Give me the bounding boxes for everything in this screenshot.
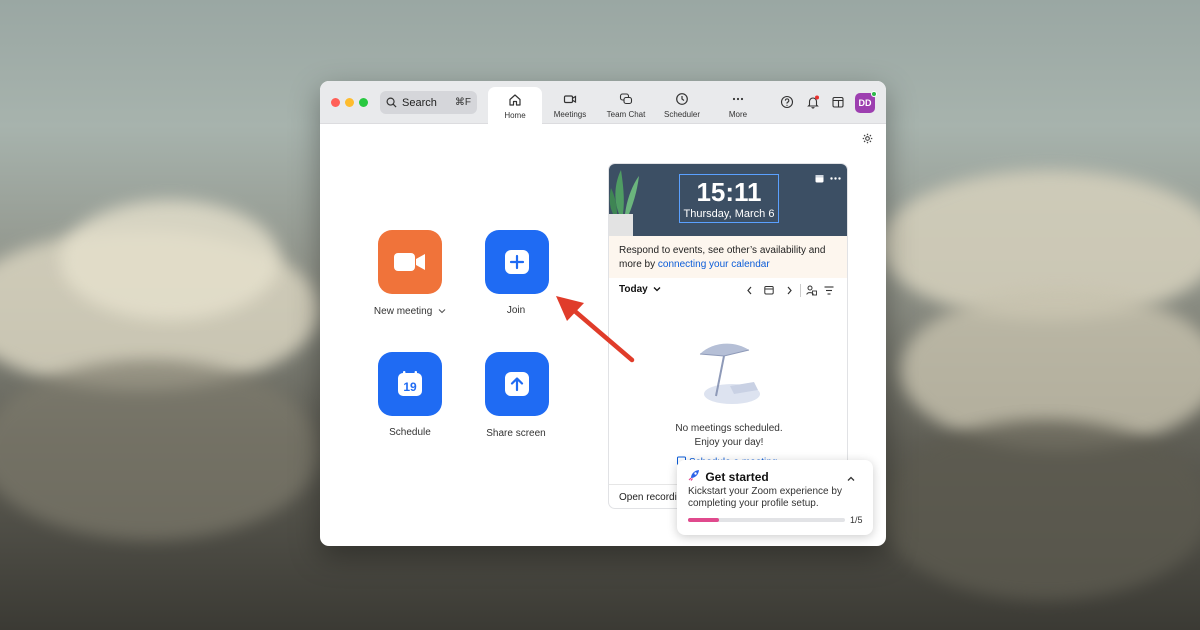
setup-progress-bar xyxy=(688,518,845,522)
current-time-box: 15:11 Thursday, March 6 xyxy=(679,174,779,223)
schedule-button[interactable]: 19 xyxy=(378,352,442,416)
bell-icon[interactable] xyxy=(806,95,820,109)
next-day-icon[interactable] xyxy=(786,286,793,295)
join-button[interactable] xyxy=(485,230,549,294)
online-status-dot xyxy=(871,91,877,97)
schedule-label: Schedule xyxy=(389,427,431,438)
empty-line-1: No meetings scheduled. xyxy=(675,423,783,434)
empty-state: No meetings scheduled. Enjoy your day! xyxy=(609,422,847,450)
share-screen-label: Share screen xyxy=(486,428,546,439)
calendar-19-icon: 19 xyxy=(398,371,422,396)
chat-icon xyxy=(619,93,633,105)
plant-illustration xyxy=(609,170,639,236)
setup-progress-count: 1/5 xyxy=(850,515,863,525)
clock-header: 15:11 Thursday, March 6 xyxy=(609,164,847,236)
previous-day-icon[interactable] xyxy=(746,286,753,295)
tab-more-label: More xyxy=(728,110,748,119)
more-options-icon[interactable] xyxy=(830,177,841,180)
tab-team-chat-label: Team Chat xyxy=(606,110,646,119)
new-meeting-label: New meeting xyxy=(373,306,433,317)
connect-calendar-link[interactable]: connecting your calendar xyxy=(658,259,770,270)
tab-home[interactable]: Home xyxy=(488,87,542,125)
home-icon xyxy=(509,93,521,106)
current-time: 15:11 xyxy=(696,177,762,207)
search-icon xyxy=(386,97,397,108)
current-date: Thursday, March 6 xyxy=(683,208,775,220)
avatar[interactable]: DD xyxy=(855,91,877,113)
search-label: Search xyxy=(402,96,437,109)
date-picker-icon[interactable] xyxy=(764,285,774,295)
get-started-card[interactable]: Get started Kickstart your Zoom experien… xyxy=(677,460,873,535)
tab-scheduler[interactable]: Scheduler xyxy=(655,87,709,124)
tab-meetings[interactable]: Meetings xyxy=(543,87,597,124)
beach-umbrella-illustration xyxy=(699,343,760,404)
empty-line-2: Enjoy your day! xyxy=(694,437,764,448)
collapse-chevron-icon[interactable] xyxy=(846,474,856,484)
setup-progress-fill xyxy=(688,518,720,522)
rocket-icon xyxy=(688,470,699,481)
toolbar-divider xyxy=(800,284,801,297)
minimize-window-button[interactable] xyxy=(345,98,354,107)
video-icon xyxy=(563,95,577,104)
tab-scheduler-label: Scheduler xyxy=(663,110,701,119)
avatar-initials: DD xyxy=(858,98,872,108)
share-screen-button[interactable] xyxy=(485,352,549,416)
tab-meetings-label: Meetings xyxy=(553,110,587,119)
calendar-day-number: 19 xyxy=(403,380,417,394)
title-bar: Search ⌘F Home Meetings Team Chat Schedu… xyxy=(320,81,886,125)
get-started-text: Kickstart your Zoom experience by comple… xyxy=(688,486,842,509)
clock-icon xyxy=(676,93,688,105)
calendar-icon[interactable] xyxy=(831,95,845,109)
tab-more[interactable]: More xyxy=(711,87,765,124)
get-started-title-row: Get started xyxy=(688,469,769,484)
more-icon xyxy=(732,97,744,101)
video-camera-icon xyxy=(394,253,425,271)
get-started-title: Get started xyxy=(705,470,769,484)
calendar-toolbar: Today xyxy=(619,284,841,300)
user-calendar-icon[interactable] xyxy=(806,285,817,296)
settings-gear-icon[interactable] xyxy=(862,133,873,144)
close-window-button[interactable] xyxy=(331,98,340,107)
calendar-connect-notice: Respond to events, see other’s availabil… xyxy=(609,236,847,278)
search-shortcut: ⌘F xyxy=(454,97,471,108)
chevron-down-icon xyxy=(438,309,446,314)
help-icon[interactable] xyxy=(780,95,794,109)
plus-icon xyxy=(505,250,529,274)
calendar-panel: 15:11 Thursday, March 6 Respond to event… xyxy=(608,163,848,509)
zoom-window-button[interactable] xyxy=(359,98,368,107)
upload-arrow-icon xyxy=(505,372,529,396)
chevron-down-icon xyxy=(653,287,660,292)
search-box[interactable]: Search ⌘F xyxy=(380,91,477,114)
tab-team-chat[interactable]: Team Chat xyxy=(599,87,653,124)
filter-icon[interactable] xyxy=(824,286,834,295)
new-meeting-button[interactable] xyxy=(378,230,442,294)
tab-home-label: Home xyxy=(504,110,526,120)
red-annotation-arrow xyxy=(556,296,635,363)
new-meeting-label-row[interactable]: New meeting xyxy=(360,306,460,317)
calendar-widget-icon[interactable] xyxy=(815,174,824,183)
